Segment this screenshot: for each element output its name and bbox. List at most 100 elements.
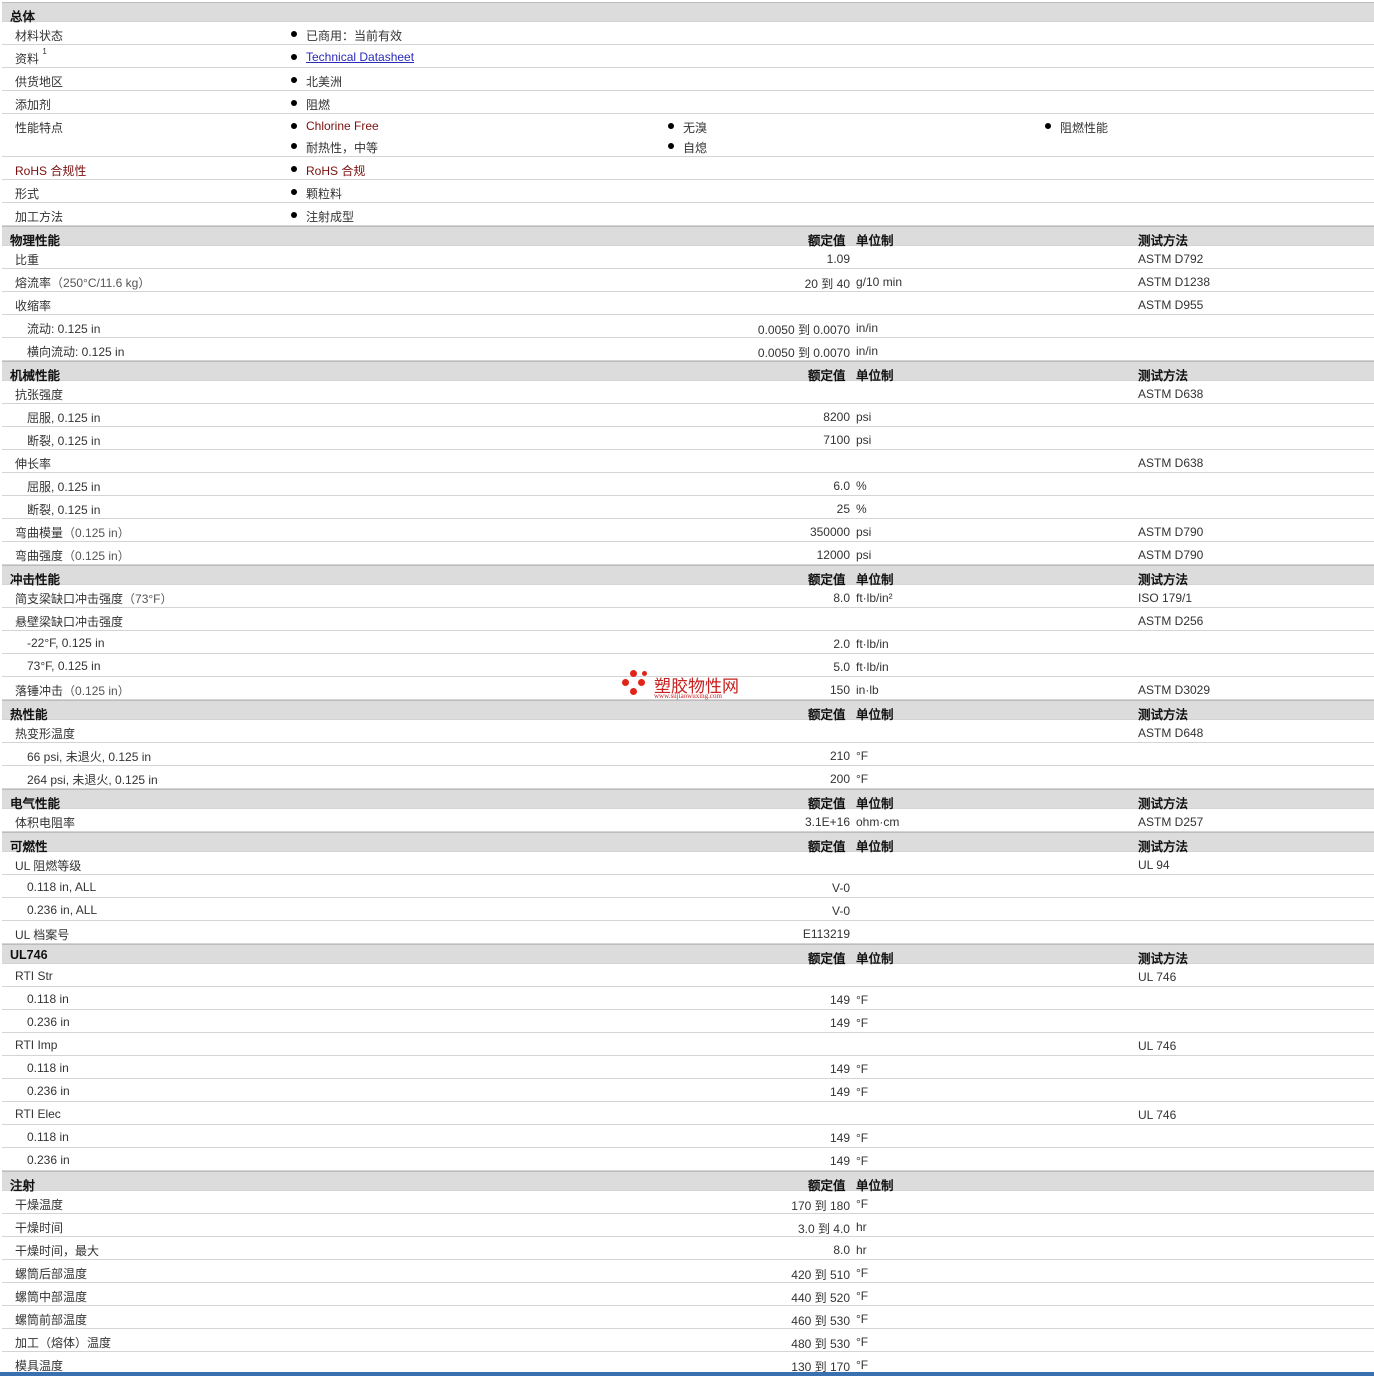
property-value: 480 到 530 xyxy=(791,1337,850,1351)
property-name-text: 73°F, 0.125 in xyxy=(27,659,101,673)
property-name-text: 螺筒前部温度 xyxy=(15,1313,88,1327)
property-unit: °F xyxy=(856,1131,869,1145)
property-unit: psi xyxy=(856,410,872,424)
property-value: 5.0 xyxy=(833,660,850,674)
property-row: -22°F, 0.125 in 2.0 ft·lb/in xyxy=(2,631,1374,654)
property-name: 干燥时间 xyxy=(15,1219,63,1236)
property-name-text: 横向流动: 0.125 in xyxy=(27,345,125,359)
property-name-text: 抗张强度 xyxy=(15,388,64,402)
property-value: 8.0 xyxy=(833,1243,850,1257)
section-header-general: 总体 xyxy=(2,2,1374,24)
property-row: 弯曲强度（0.125 in） 12000 psi ASTM D790 xyxy=(2,542,1374,565)
property-row: 0.236 in, ALL V-0 xyxy=(2,898,1374,921)
logo-dot xyxy=(622,679,629,686)
bullet-text: 阻燃 xyxy=(306,98,331,112)
property-name: 断裂, 0.125 in xyxy=(27,432,100,449)
property-name-text: 加工（熔体）温度 xyxy=(15,1336,112,1350)
property-row: 横向流动: 0.125 in 0.0050 到 0.0070 in/in xyxy=(2,338,1374,361)
property-name-text: 干燥时间，最大 xyxy=(15,1244,100,1258)
watermark-url: www.sujiaowuxing.com xyxy=(654,692,722,700)
property-test-method: ASTM D638 xyxy=(1138,387,1204,401)
property-value: 200 xyxy=(829,772,850,786)
bullet-item[interactable]: Technical Datasheet xyxy=(291,50,414,64)
property-name-text: 螺筒后部温度 xyxy=(15,1267,88,1281)
property-test-method: ASTM D638 xyxy=(1138,456,1204,470)
bullet-item: Chlorine Free xyxy=(291,119,379,133)
bullet-text: 北美洲 xyxy=(306,75,343,89)
property-value: 170 到 180 xyxy=(791,1199,850,1213)
property-unit: °F xyxy=(856,1154,869,1168)
property-value: 440 到 520 xyxy=(791,1291,850,1305)
property-name-text: 弯曲强度 xyxy=(15,549,64,563)
bullet-text: RoHS 合规 xyxy=(306,164,366,178)
property-unit: psi xyxy=(856,433,872,447)
bullet-item: RoHS 合规 xyxy=(291,162,365,179)
section-header: 可燃性 额定值 单位制 测试方法 xyxy=(2,832,1374,854)
general-row: 供货地区 北美洲 xyxy=(2,68,1374,91)
property-value: 6.0 xyxy=(833,479,850,493)
section-header: 机械性能 额定值 单位制 测试方法 xyxy=(2,361,1374,383)
bullet-text: 无溴 xyxy=(683,121,708,135)
general-row: 资料 1 Technical Datasheet xyxy=(2,45,1374,68)
bottom-scroll-strip xyxy=(0,1372,1374,1376)
property-unit: °F xyxy=(856,1197,869,1211)
property-row: 断裂, 0.125 in 25% xyxy=(2,496,1374,519)
property-name-text: 0.236 in xyxy=(27,1084,70,1098)
property-unit: °F xyxy=(856,1289,869,1303)
logo-dot xyxy=(642,671,647,676)
property-row: 屈服, 0.125 in 6.0% xyxy=(2,473,1374,496)
bullet-item: 自熄 xyxy=(668,139,707,156)
property-value: 350000 xyxy=(809,525,850,539)
section-header: 电气性能 额定值 单位制 测试方法 xyxy=(2,789,1374,811)
property-name-text: 伸长率 xyxy=(15,457,52,471)
property-value: 3.0 到 4.0 xyxy=(797,1222,850,1236)
property-name: 0.236 in, ALL xyxy=(27,903,97,917)
property-row: 0.118 in 149 °F xyxy=(2,1125,1374,1148)
property-unit: psi xyxy=(856,525,872,539)
property-unit: °F xyxy=(856,1312,869,1326)
property-value: 25 xyxy=(836,502,850,516)
property-unit: % xyxy=(856,502,867,516)
property-row: 0.118 in, ALL V-0 xyxy=(2,875,1374,898)
general-row-label: RoHS 合规性 xyxy=(15,162,86,179)
property-value: 210 xyxy=(829,749,850,763)
property-row: 0.236 in 149 °F xyxy=(2,1010,1374,1033)
general-row-label: 资料 1 xyxy=(15,47,47,67)
property-row: 体积电阻率 3.1E+16 ohm·cm ASTM D257 xyxy=(2,809,1374,832)
bullet-item: 注射成型 xyxy=(291,208,354,225)
property-value: E113219 xyxy=(802,927,850,941)
bullet-text: 注射成型 xyxy=(306,210,355,224)
property-name-text: 干燥时间 xyxy=(15,1221,64,1235)
section-header: 物理性能 额定值 单位制 测试方法 xyxy=(2,226,1374,248)
property-name: RTI Imp xyxy=(15,1038,57,1052)
bullet-item: 北美洲 xyxy=(291,73,342,90)
property-unit: g/10 min xyxy=(856,275,903,289)
datasheet-link[interactable]: Technical Datasheet xyxy=(306,50,414,64)
bullet-text: Chlorine Free xyxy=(306,119,379,133)
property-unit: in/in xyxy=(856,321,879,335)
property-test-method: ASTM D256 xyxy=(1138,614,1204,628)
property-test-method: ISO 179/1 xyxy=(1138,591,1193,605)
property-value: 20 到 40 xyxy=(804,277,850,291)
property-name-text: 收缩率 xyxy=(15,299,52,313)
general-label-text: RoHS 合规性 xyxy=(15,164,87,178)
property-value: 149 xyxy=(829,1085,850,1099)
property-row: 断裂, 0.125 in 7100 psi xyxy=(2,427,1374,450)
property-test-method: UL 746 xyxy=(1138,1039,1177,1053)
property-name: RTI Str xyxy=(15,969,53,983)
property-test-method: ASTM D790 xyxy=(1138,548,1204,562)
property-name: 悬壁梁缺口冲击强度 xyxy=(15,613,123,630)
property-name: UL 阻燃等级 xyxy=(15,857,81,874)
watermark-logo: 塑胶物性网 www.sujiaowuxing.com xyxy=(620,668,760,708)
property-row: 伸长率 ASTM D638 xyxy=(2,450,1374,473)
property-value: 149 xyxy=(829,1062,850,1076)
property-name: 横向流动: 0.125 in xyxy=(27,343,124,360)
general-row: 加工方法 注射成型 xyxy=(2,203,1374,226)
property-name: 0.118 in xyxy=(27,1130,69,1144)
property-name-text: 屈服, 0.125 in xyxy=(27,411,101,425)
property-value: 150 xyxy=(829,683,850,697)
property-name: -22°F, 0.125 in xyxy=(27,636,105,650)
property-name-text: 流动: 0.125 in xyxy=(27,322,101,336)
property-test-method: ASTM D790 xyxy=(1138,525,1204,539)
property-value: 149 xyxy=(829,993,850,1007)
